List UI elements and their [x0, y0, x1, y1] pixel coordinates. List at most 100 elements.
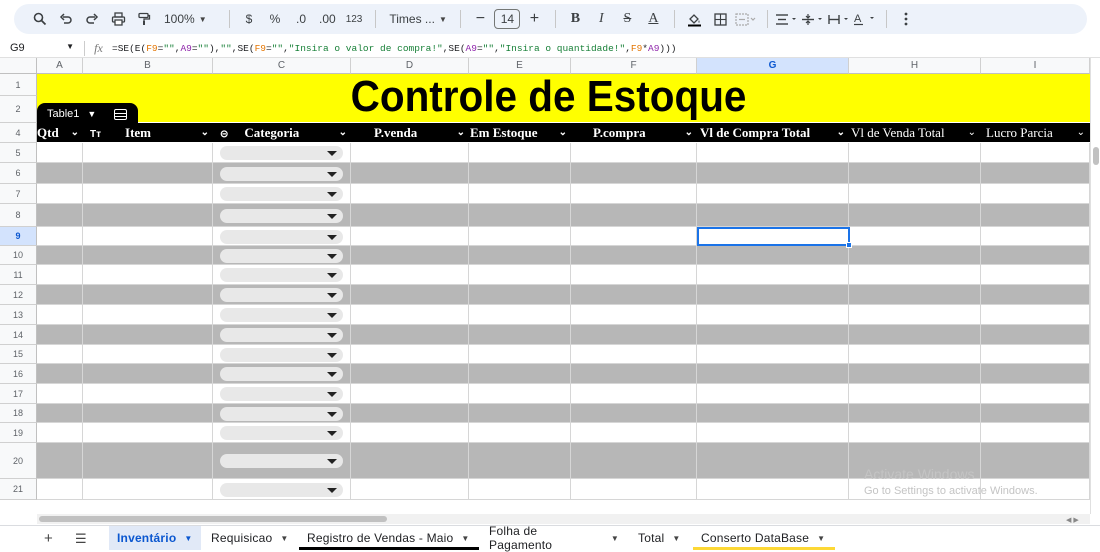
cell-d10[interactable]	[351, 246, 469, 265]
row-header-19[interactable]: 19	[0, 423, 37, 443]
row-header-8[interactable]: 8	[0, 204, 37, 227]
chevron-down-icon[interactable]: ⌄	[968, 123, 976, 142]
cell-e14[interactable]	[469, 325, 571, 345]
decrease-decimal-button[interactable]: .0	[289, 7, 313, 31]
cell-d8[interactable]	[351, 204, 469, 227]
cell-i9[interactable]	[981, 227, 1090, 246]
formula-input[interactable]: =SE(E(F9="",A9=""),"",SE(F9="","Insira o…	[112, 43, 677, 54]
cell-f19[interactable]	[571, 423, 697, 443]
more-formats-button[interactable]: 123	[342, 7, 367, 31]
chevron-down-icon[interactable]: ⌄	[685, 123, 693, 142]
cell-b5[interactable]	[83, 143, 213, 163]
chevron-down-icon[interactable]: ⌄	[339, 123, 347, 142]
select-all-corner[interactable]	[0, 58, 37, 74]
cell-f12[interactable]	[571, 285, 697, 305]
cell-b19[interactable]	[83, 423, 213, 443]
scroll-arrows-icon[interactable]: ◀ ▶	[1066, 516, 1079, 524]
cell-i11[interactable]	[981, 265, 1090, 285]
chevron-down-icon[interactable]: ⌄	[71, 123, 79, 142]
cell-f18[interactable]	[571, 404, 697, 423]
cell-d15[interactable]	[351, 345, 469, 364]
categoria-dropdown-chip[interactable]	[220, 454, 343, 468]
cell-h5[interactable]	[849, 143, 981, 163]
cell-g12[interactable]	[697, 285, 849, 305]
cell-f5[interactable]	[571, 143, 697, 163]
header-lucro-parcial[interactable]: Lucro Parcia ⌄	[980, 123, 1089, 142]
merge-cells-icon[interactable]	[734, 7, 758, 31]
cell-g7[interactable]	[697, 184, 849, 204]
chevron-down-icon[interactable]: ⌄	[457, 123, 465, 142]
chevron-down-icon[interactable]: ▼	[461, 534, 469, 543]
cell-b20[interactable]	[83, 443, 213, 479]
cell-f14[interactable]	[571, 325, 697, 345]
row-header-4[interactable]: 4	[0, 123, 37, 143]
row-header-16[interactable]: 16	[0, 364, 37, 384]
header-vl-venda-total[interactable]: Vl de Venda Total ⌄	[849, 123, 980, 142]
italic-button[interactable]: I	[589, 7, 613, 31]
cell-b16[interactable]	[83, 364, 213, 384]
categoria-dropdown-chip[interactable]	[220, 367, 343, 381]
categoria-dropdown-chip[interactable]	[220, 387, 343, 401]
cell-b15[interactable]	[83, 345, 213, 364]
categoria-dropdown-chip[interactable]	[220, 167, 343, 181]
cell-b21[interactable]	[83, 479, 213, 500]
cell-h13[interactable]	[849, 305, 981, 325]
cell-b9[interactable]	[83, 227, 213, 246]
tab-registro-de-vendas[interactable]: Registro de Vendas - Maio ▼	[299, 526, 479, 550]
cell-h17[interactable]	[849, 384, 981, 404]
cell-b7[interactable]	[83, 184, 213, 204]
cell-i18[interactable]	[981, 404, 1090, 423]
cell-i13[interactable]	[981, 305, 1090, 325]
cell-e11[interactable]	[469, 265, 571, 285]
column-header-c[interactable]: C	[213, 58, 351, 74]
cell-i8[interactable]	[981, 204, 1090, 227]
cell-a18[interactable]	[37, 404, 83, 423]
cell-a15[interactable]	[37, 345, 83, 364]
tab-requisicao[interactable]: Requisicao ▼	[203, 526, 295, 550]
cell-a11[interactable]	[37, 265, 83, 285]
cell-d7[interactable]	[351, 184, 469, 204]
cell-g21[interactable]	[697, 479, 849, 500]
cell-g14[interactable]	[697, 325, 849, 345]
row-header-5[interactable]: 5	[0, 143, 37, 163]
row-header-10[interactable]: 10	[0, 246, 37, 265]
header-em-estoque[interactable]: Em Estoque ⌄	[470, 123, 571, 142]
cell-g6[interactable]	[697, 163, 849, 184]
cell-f10[interactable]	[571, 246, 697, 265]
redo-icon[interactable]	[80, 7, 104, 31]
header-vl-compra-total[interactable]: Vl de Compra Total ⌄	[698, 123, 849, 142]
strikethrough-button[interactable]: S	[615, 7, 639, 31]
tab-folha-de-pagamento[interactable]: Folha de Pagamento ▼	[481, 524, 627, 552]
cell-a8[interactable]	[37, 204, 83, 227]
undo-icon[interactable]	[54, 7, 78, 31]
row-header-2[interactable]: 2	[0, 96, 37, 123]
cell-g10[interactable]	[697, 246, 849, 265]
cell-i12[interactable]	[981, 285, 1090, 305]
categoria-dropdown-chip[interactable]	[220, 328, 343, 342]
selected-cell-g9[interactable]	[697, 227, 850, 246]
cell-f21[interactable]	[571, 479, 697, 500]
categoria-dropdown-chip[interactable]	[220, 483, 343, 497]
cell-f8[interactable]	[571, 204, 697, 227]
search-menu-icon[interactable]	[28, 7, 52, 31]
cell-e9[interactable]	[469, 227, 571, 246]
categoria-dropdown-chip[interactable]	[220, 146, 343, 160]
cell-a17[interactable]	[37, 384, 83, 404]
chevron-down-icon[interactable]: ▼	[672, 534, 680, 543]
spreadsheet-grid[interactable]: ABCDEFGHI 1 2 4 5 6 7 8 9 10 11 12 13 14 15 16 17 18 19 20…	[0, 58, 1090, 514]
cell-b14[interactable]	[83, 325, 213, 345]
cell-a6[interactable]	[37, 163, 83, 184]
horizontal-scrollbar[interactable]	[37, 514, 1090, 524]
font-family-select[interactable]: Times ... ▼	[383, 7, 451, 31]
categoria-dropdown-chip[interactable]	[220, 187, 343, 201]
chevron-down-icon[interactable]: ⌄	[1077, 123, 1085, 142]
column-header-h[interactable]: H	[849, 58, 981, 74]
row-header-13[interactable]: 13	[0, 305, 37, 325]
row-header-20[interactable]: 20	[0, 443, 37, 479]
categoria-dropdown-chip[interactable]	[220, 230, 343, 244]
cell-i14[interactable]	[981, 325, 1090, 345]
cell-e19[interactable]	[469, 423, 571, 443]
cell-g15[interactable]	[697, 345, 849, 364]
categoria-dropdown-chip[interactable]	[220, 268, 343, 282]
cell-h18[interactable]	[849, 404, 981, 423]
